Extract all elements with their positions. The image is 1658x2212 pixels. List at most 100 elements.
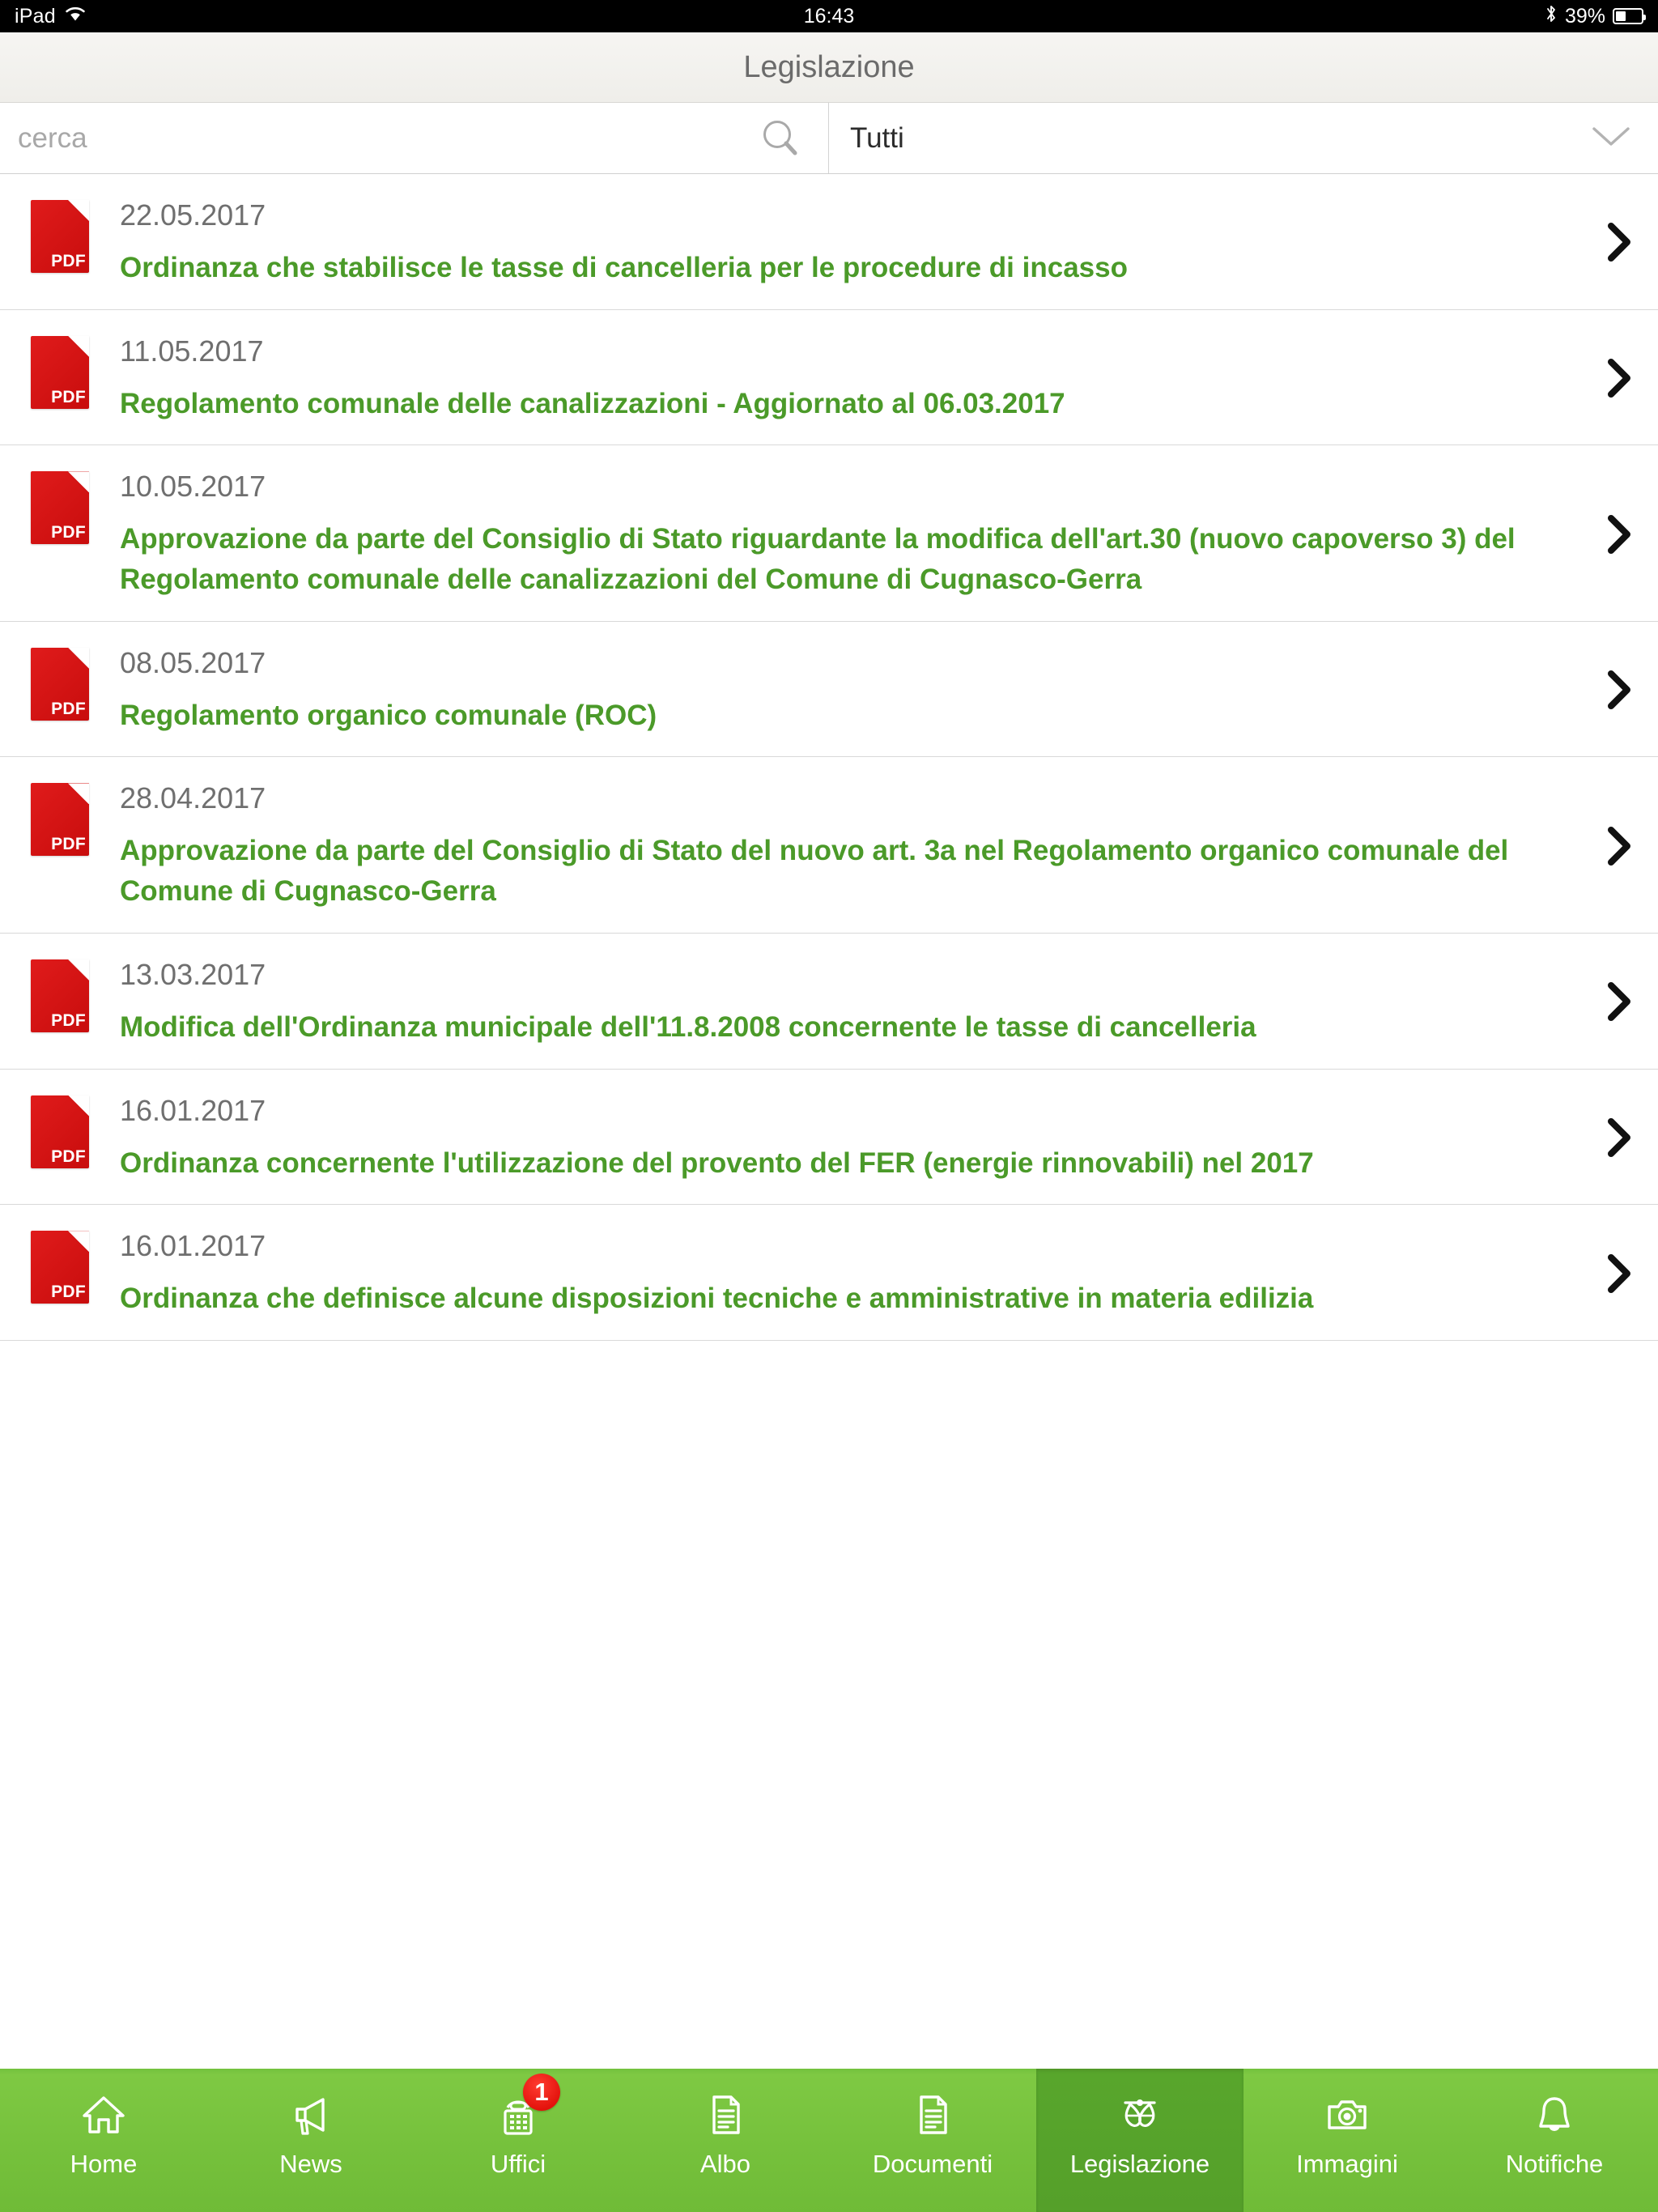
pdf-file-icon: PDF [0,1227,120,1304]
document-date: 13.03.2017 [120,957,266,991]
document-title[interactable]: Ordinanza concernente l'utilizzazione de… [120,1143,1559,1184]
tab-label: Albo [699,2150,751,2178]
bottom-tab-bar: Home News Uffici 1 Albo Documenti Legislazione… [0,2069,1658,2212]
chevron-right-icon[interactable] [1579,644,1658,736]
tab-label: News [279,2150,342,2178]
table-row-content: 10.05.2017 Approvazione da parte del Cons… [120,468,1579,599]
tab-uffici[interactable]: Uffici 1 [414,2069,622,2212]
document-date: 11.05.2017 [120,334,264,368]
table-row[interactable]: PDF 11.05.2017 Regolamento comunale delle … [0,309,1658,446]
status-bar-right: 39% [1545,3,1646,30]
tab-notifiche[interactable]: Notifiche [1451,2069,1658,2212]
pdf-icon-label: PDF [51,252,86,270]
battery-icon [1613,8,1646,24]
chevron-down-icon [1590,123,1632,153]
bell-icon [1531,2090,1578,2140]
document-title[interactable]: Regolamento comunale delle canalizzazion… [120,384,1559,424]
status-bar-left: iPad [15,5,87,28]
table-row-content: 22.05.2017 Ordinanza che stabilisce le ta… [120,197,1579,288]
ios-status-bar: iPad 16:43 39% [0,0,1658,32]
table-row[interactable]: PDF 16.01.2017 Ordinanza concernente l'uti… [0,1069,1658,1206]
pdf-icon-graphic: PDF [31,335,89,409]
pdf-icon-graphic: PDF [31,1095,89,1168]
tab-documenti[interactable]: Documenti [829,2069,1036,2212]
document-title[interactable]: Approvazione da parte del Consiglio di S… [120,831,1559,911]
chevron-right-icon[interactable] [1579,468,1658,599]
chevron-right-icon[interactable] [1579,780,1658,911]
chevron-right-icon[interactable] [1579,197,1658,288]
tab-home[interactable]: Home [0,2069,207,2212]
tab-label: Home [70,2150,138,2178]
table-row-content: 08.05.2017 Regolamento organico comunale … [120,644,1579,736]
page-title: Legislazione [743,49,915,84]
document-title[interactable]: Ordinanza che stabilisce le tasse di can… [120,248,1559,288]
table-row[interactable]: PDF 08.05.2017 Regolamento organico comuna… [0,621,1658,758]
document-date: 10.05.2017 [120,470,266,504]
pdf-file-icon: PDF [0,468,120,545]
document-title[interactable]: Approvazione da parte del Consiglio di S… [120,519,1559,599]
bluetooth-icon [1545,3,1558,30]
tab-immagini[interactable]: Immagini [1244,2069,1451,2212]
tab-label: Notifiche [1505,2150,1604,2178]
pdf-icon-graphic: PDF [31,959,89,1032]
pdf-icon-graphic: PDF [31,783,89,857]
pdf-icon-label: PDF [51,699,86,718]
category-filter-select[interactable]: Tutti [829,103,1658,173]
pdf-icon-graphic: PDF [31,1231,89,1304]
pdf-file-icon: PDF [0,333,120,409]
table-row-content: 16.01.2017 Ordinanza che definisce alcune… [120,1227,1579,1319]
chevron-right-icon[interactable] [1579,1227,1658,1319]
pdf-file-icon: PDF [0,780,120,857]
document-date: 28.04.2017 [120,781,266,815]
pdf-file-icon: PDF [0,1092,120,1168]
camera-icon [1324,2090,1371,2140]
chevron-right-icon[interactable] [1579,1092,1658,1184]
search-input[interactable] [18,121,754,155]
pdf-icon-label: PDF [51,1010,86,1030]
home-icon [80,2090,127,2140]
pdf-icon-label: PDF [51,835,86,854]
filter-bar: Tutti [0,103,1658,174]
pdf-icon-label: PDF [51,387,86,406]
category-filter-value: Tutti [850,121,904,154]
document-date: 16.01.2017 [120,1093,266,1127]
table-row[interactable]: PDF 16.01.2017 Ordinanza che definisce alc… [0,1205,1658,1341]
chevron-right-icon[interactable] [1579,333,1658,424]
search-field-container [0,103,829,173]
pdf-icon-graphic: PDF [31,647,89,721]
table-row[interactable]: PDF 10.05.2017 Approvazione da parte del C… [0,445,1658,622]
table-row-content: 16.01.2017 Ordinanza concernente l'utiliz… [120,1092,1579,1184]
pdf-file-icon: PDF [0,956,120,1032]
status-badge: 1 [523,2074,560,2111]
document-icon [909,2090,956,2140]
device-name-label: iPad [15,4,56,28]
table-row[interactable]: PDF 28.04.2017 Approvazione da parte del C… [0,757,1658,934]
table-row-content: 13.03.2017 Modifica dell'Ordinanza munici… [120,956,1579,1048]
table-row[interactable]: PDF 22.05.2017 Ordinanza che stabilisce le… [0,174,1658,310]
legislation-document-list[interactable]: PDF 22.05.2017 Ordinanza che stabilisce le… [0,174,1658,2069]
wifi-icon [64,5,87,28]
tab-albo[interactable]: Albo [622,2069,829,2212]
tab-label: Documenti [872,2150,993,2178]
status-bar-clock: 16:43 [803,4,855,28]
document-icon [702,2090,749,2140]
table-row[interactable]: PDF 13.03.2017 Modifica dell'Ordinanza mun… [0,933,1658,1070]
pdf-file-icon: PDF [0,197,120,273]
document-title[interactable]: Ordinanza che definisce alcune disposizi… [120,1278,1559,1319]
table-row-content: 28.04.2017 Approvazione da parte del Cons… [120,780,1579,911]
pdf-icon-graphic: PDF [31,471,89,545]
tab-label: Uffici [490,2150,546,2178]
document-title[interactable]: Regolamento organico comunale (ROC) [120,696,1559,736]
tab-legislazione[interactable]: Legislazione [1036,2069,1244,2212]
document-date: 22.05.2017 [120,198,266,232]
navigation-header: Legislazione [0,32,1658,103]
search-icon[interactable] [754,112,807,165]
document-title[interactable]: Modifica dell'Ordinanza municipale dell'… [120,1007,1559,1048]
table-row-content: 11.05.2017 Regolamento comunale delle can… [120,333,1579,424]
pdf-icon-label: PDF [51,1146,86,1166]
pdf-file-icon: PDF [0,644,120,721]
tab-label: Legislazione [1069,2150,1210,2178]
tab-news[interactable]: News [207,2069,414,2212]
tab-label: Immagini [1296,2150,1398,2178]
chevron-right-icon[interactable] [1579,956,1658,1048]
